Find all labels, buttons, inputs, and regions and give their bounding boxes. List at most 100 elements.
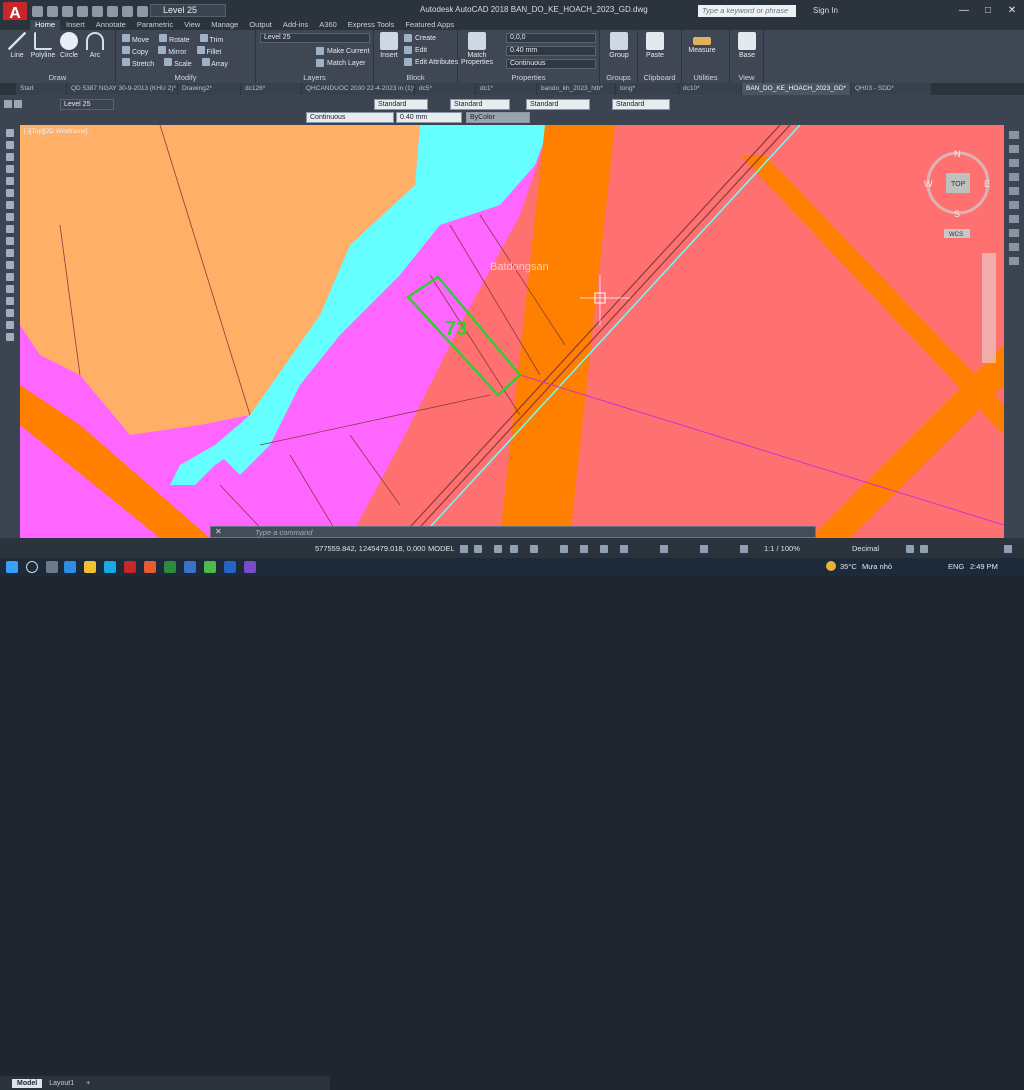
polyline-tool[interactable]: Polyline	[30, 32, 56, 59]
app-icon[interactable]	[184, 561, 196, 573]
map-drawing[interactable]: 73 Batdongsan TOP N S E W WCS	[20, 125, 1004, 538]
transparency-icon[interactable]	[600, 545, 608, 553]
file-tab[interactable]: Start	[16, 83, 66, 95]
edit-block-button[interactable]: Edit	[404, 46, 427, 54]
windows-start-icon[interactable]	[6, 561, 18, 573]
arc-tool[interactable]: Arc	[82, 32, 108, 59]
redo-icon[interactable]	[122, 5, 133, 17]
word-icon[interactable]	[224, 561, 236, 573]
linetype-toolbar-combo[interactable]: Continuous	[306, 112, 394, 123]
model-space-toggle[interactable]: MODEL	[428, 544, 455, 553]
copy-button[interactable]: Copy	[122, 46, 148, 56]
ortho-icon[interactable]	[494, 545, 502, 553]
isolate-icon[interactable]	[906, 545, 914, 553]
drawing-viewport[interactable]: 73 Batdongsan TOP N S E W WCS [-][Top][2…	[20, 125, 1004, 538]
tool-icon[interactable]	[6, 141, 14, 149]
tool-icon[interactable]	[1009, 257, 1019, 265]
polar-icon[interactable]	[510, 545, 518, 553]
table-style-combo[interactable]: Standard	[526, 99, 590, 110]
tool-icon[interactable]	[6, 309, 14, 317]
annotation-scale-icon[interactable]	[740, 545, 748, 553]
lineweight-combo[interactable]: 0.40 mm	[506, 46, 596, 56]
file-tab[interactable]: BAN_DO_KE_HOACH_2023_GD*	[742, 83, 850, 95]
tool-icon[interactable]	[1009, 131, 1019, 139]
app-icon[interactable]	[164, 561, 176, 573]
ribbon-tab-express-tools[interactable]: Express Tools	[343, 20, 400, 30]
layout-tab-layout1[interactable]: Layout1	[44, 1079, 79, 1088]
store-icon[interactable]	[104, 561, 116, 573]
task-view-icon[interactable]	[46, 561, 58, 573]
file-tab[interactable]: bando_kh_2023_htb*	[537, 83, 615, 95]
selection-cycling-icon[interactable]	[620, 545, 628, 553]
tool-icon[interactable]	[1009, 173, 1019, 181]
linetype-combo[interactable]: Continuous	[506, 59, 596, 69]
print-icon[interactable]	[92, 5, 103, 17]
lineweight-toggle-icon[interactable]	[580, 545, 588, 553]
paste-button[interactable]: Paste	[642, 32, 668, 59]
share-icon[interactable]	[137, 5, 148, 17]
ribbon-tab-view[interactable]: View	[179, 20, 205, 30]
trim-button[interactable]: Trim	[199, 34, 223, 44]
saveas-icon[interactable]	[77, 5, 88, 17]
tool-icon[interactable]	[6, 213, 14, 221]
text-style-combo[interactable]: Standard	[374, 99, 428, 110]
file-explorer-icon[interactable]	[84, 561, 96, 573]
autocad-taskbar-icon[interactable]	[124, 561, 136, 573]
tool-icon[interactable]	[6, 261, 14, 269]
ribbon-tab-a360[interactable]: A360	[314, 20, 342, 30]
tool-icon[interactable]	[6, 225, 14, 233]
ribbon-tab-output[interactable]: Output	[244, 20, 277, 30]
create-block-button[interactable]: Create	[404, 34, 436, 42]
qat-layer-combo[interactable]: Level 25	[150, 4, 226, 17]
lineweight-toolbar-combo[interactable]: 0.40 mm	[396, 112, 462, 123]
annotation-icon[interactable]	[660, 545, 668, 553]
toolbar-icon-2[interactable]	[14, 100, 22, 108]
otrack-icon[interactable]	[560, 545, 568, 553]
tool-icon[interactable]	[6, 237, 14, 245]
line-tool[interactable]: Line	[4, 32, 30, 59]
file-tab[interactable]: dc126*	[241, 83, 301, 95]
tool-icon[interactable]	[6, 201, 14, 209]
sign-in-button[interactable]: Sign In	[813, 6, 838, 15]
toolbar-icon-1[interactable]	[4, 100, 12, 108]
clock[interactable]: 2:49 PM	[970, 562, 998, 571]
tool-icon[interactable]	[1009, 243, 1019, 251]
toolbar-layer-combo[interactable]: Level 25	[60, 99, 114, 110]
customize-icon[interactable]	[1004, 545, 1012, 553]
make-current-button[interactable]: Make Current	[316, 47, 369, 55]
add-layout-button[interactable]: +	[81, 1079, 95, 1088]
file-tab[interactable]: tong*	[616, 83, 678, 95]
insert-button[interactable]: Insert	[376, 32, 402, 59]
tool-icon[interactable]	[6, 165, 14, 173]
annotation-scale[interactable]: 1:1 / 100%	[764, 544, 800, 553]
command-input[interactable]: Type a command	[255, 528, 312, 537]
close-icon[interactable]: ✕	[1000, 0, 1024, 20]
search-icon[interactable]	[26, 561, 38, 573]
tool-icon[interactable]	[6, 129, 14, 137]
tool-icon[interactable]	[1009, 215, 1019, 223]
tool-icon[interactable]	[6, 297, 14, 305]
plotstyle-combo[interactable]: ByColor	[466, 112, 530, 123]
navigation-bar[interactable]	[982, 253, 996, 363]
mleader-style-combo[interactable]: Standard	[612, 99, 670, 110]
ribbon-tab-annotate[interactable]: Annotate	[91, 20, 131, 30]
file-tab[interactable]: dc10*	[679, 83, 741, 95]
tool-icon[interactable]	[1009, 159, 1019, 167]
match-layer-button[interactable]: Match Layer	[316, 59, 366, 67]
language-indicator[interactable]: ENG	[948, 562, 964, 571]
app-icon[interactable]	[244, 561, 256, 573]
app-icon[interactable]	[144, 561, 156, 573]
layer-combo[interactable]: Level 25	[260, 33, 370, 43]
chrome-icon[interactable]	[204, 561, 216, 573]
ribbon-tab-manage[interactable]: Manage	[206, 20, 243, 30]
ribbon-tab-add-ins[interactable]: Add-ins	[278, 20, 313, 30]
circle-tool[interactable]: Circle	[56, 32, 82, 59]
file-tab[interactable]: dc1*	[476, 83, 536, 95]
search-input[interactable]: Type a keyword or phrase	[698, 5, 796, 17]
maximize-icon[interactable]: □	[976, 0, 1000, 20]
save-icon[interactable]	[62, 5, 73, 17]
command-line[interactable]: ✕ Type a command	[210, 526, 816, 538]
file-tab[interactable]: QD 5387 NGAY 30-9-2013 (KHU 2)*	[67, 83, 177, 95]
tool-icon[interactable]	[6, 249, 14, 257]
layout-tab-model[interactable]: Model	[12, 1078, 43, 1088]
